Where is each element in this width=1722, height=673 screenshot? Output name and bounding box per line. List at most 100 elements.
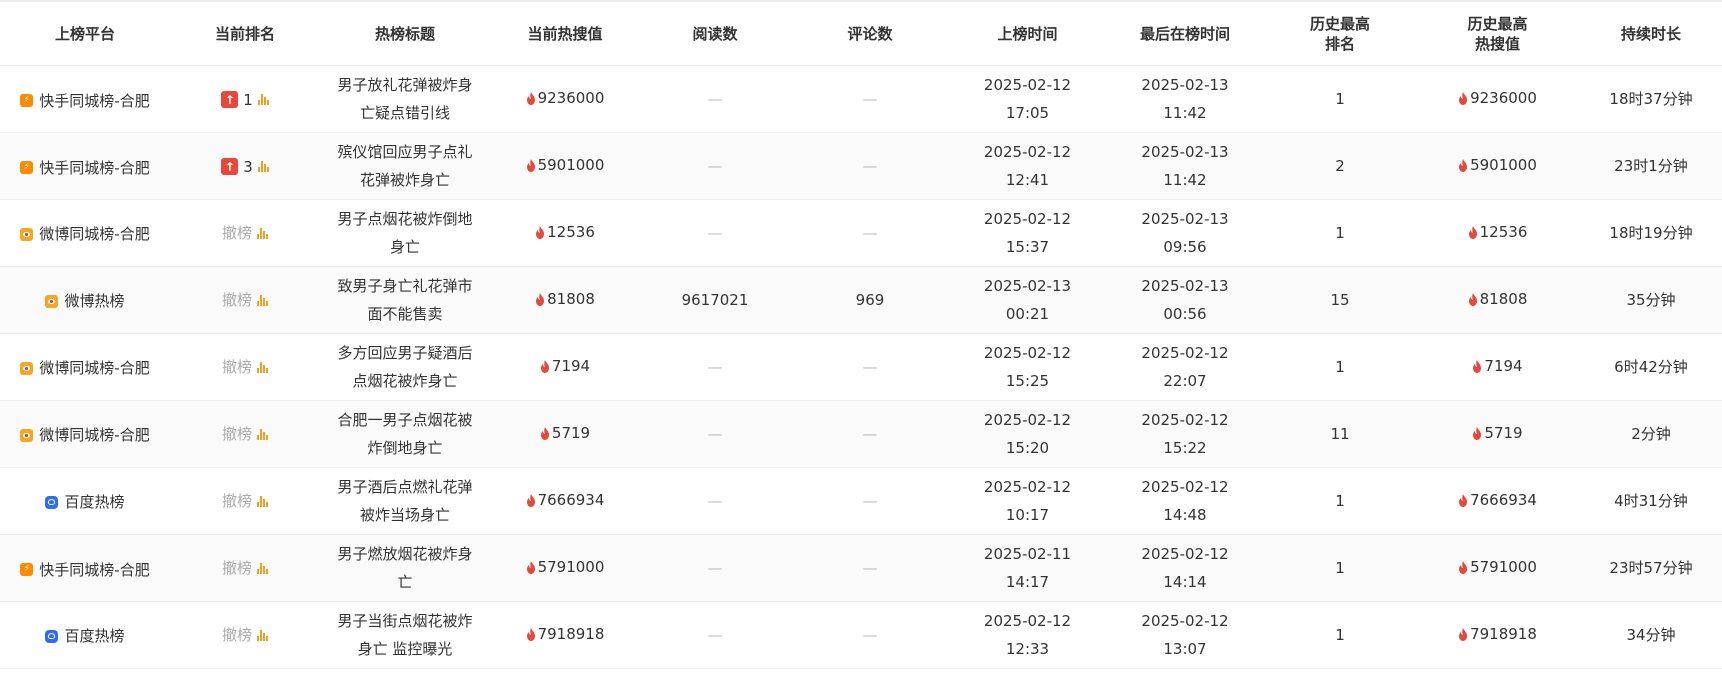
table-row[interactable]: 百度热榜 撤榜 男子当街点烟花被炸身亡 监控曝光 7918918 — — 202… <box>0 601 1722 669</box>
last-date: 2025-02-12 <box>1141 478 1229 496</box>
table-row[interactable]: ⚡ 快手同城榜-合肥 ↑ 1 男子放礼花弹被炸身亡疑点错引线 9236000 —… <box>0 65 1722 133</box>
last-time: 14:48 <box>1163 506 1207 524</box>
col-best-hot-header: 历史最高 热搜值 <box>1415 2 1580 66</box>
platform-cell[interactable]: ⚡ 快手同城榜-合肥 <box>20 87 150 115</box>
flame-icon <box>536 225 545 239</box>
platform-cell[interactable]: ⚡ 快手同城榜-合肥 <box>20 556 150 584</box>
last-date: 2025-02-12 <box>1141 545 1229 563</box>
last-date: 2025-02-13 <box>1141 277 1229 295</box>
best-rank-value: 1 <box>1335 559 1345 577</box>
reads-value: — <box>707 492 723 510</box>
trend-chart-icon[interactable] <box>257 562 268 574</box>
rank-up-icon: ↑ <box>221 158 239 175</box>
rank-value: 撤榜 <box>221 291 252 309</box>
rank-cell: 撤榜 <box>222 554 268 582</box>
rank-value: 撤榜 <box>221 626 252 644</box>
hot-title-link[interactable]: 男子点烟花被炸倒地身亡 <box>335 205 475 261</box>
rank-up-icon: ↑ <box>221 91 239 108</box>
comments-value: — <box>862 157 878 175</box>
hot-value: 9236000 <box>526 84 604 112</box>
table-row[interactable]: ⚡ 快手同城榜-合肥 ↑ 3 殡仪馆回应男子点礼花弹被炸身亡 5901000 —… <box>0 132 1722 200</box>
platform-name: 快手同城榜-合肥 <box>39 158 150 177</box>
table-row[interactable]: 微博热榜 撤榜 致男子身亡礼花弹市面不能售卖 81808 9617021 969… <box>0 266 1722 334</box>
trend-chart-icon[interactable] <box>257 294 268 306</box>
platform-name: 百度热榜 <box>64 627 125 645</box>
rank-cell: ↑ 3 <box>221 153 269 181</box>
best-hot-value: 12536 <box>1468 218 1527 246</box>
flame-icon <box>540 426 549 440</box>
platform-cell[interactable]: 微博热榜 <box>45 287 125 315</box>
hot-title-link[interactable]: 致男子身亡礼花弹市面不能售卖 <box>335 272 475 328</box>
platform-cell[interactable]: 百度热榜 <box>45 622 125 650</box>
trend-chart-icon[interactable] <box>257 629 268 641</box>
trend-chart-icon[interactable] <box>257 361 268 373</box>
weibo-icon <box>20 361 34 375</box>
duration-value: 23时57分钟 <box>1609 559 1693 577</box>
table-row[interactable]: 微博同城榜-合肥 撤榜 男子点烟花被炸倒地身亡 12536 — — 2025-0… <box>0 199 1722 267</box>
best-hot-value: 5719 <box>1472 419 1523 447</box>
table-row[interactable]: 微博同城榜-合肥 撤榜 合肥一男子点烟花被炸倒地身亡 5719 — — 2025… <box>0 400 1722 468</box>
best-rank-value: 2 <box>1335 157 1345 175</box>
platform-cell[interactable]: 微博同城榜-合肥 <box>20 354 150 382</box>
start-time: 15:20 <box>1005 439 1050 457</box>
hot-value: 5791000 <box>526 553 604 581</box>
best-rank-value: 1 <box>1335 492 1345 510</box>
hot-title-link[interactable]: 殡仪馆回应男子点礼花弹被炸身亡 <box>335 138 475 194</box>
flame-icon <box>540 359 549 373</box>
rank-cell: 撤榜 <box>222 487 268 515</box>
start-time: 00:21 <box>1005 305 1050 323</box>
table-header-row: 上榜平台 当前排名 热榜标题 当前热搜值 阅读数 评论数 上榜时间 最后在榜时间… <box>0 2 1722 66</box>
table-row[interactable]: 微博同城榜-合肥 撤榜 多方回应男子疑酒后点烟花被炸身亡 7194 — — 20… <box>0 333 1722 401</box>
hot-value: 7194 <box>540 352 590 380</box>
comments-value: — <box>862 492 878 510</box>
platform-cell[interactable]: 百度热榜 <box>45 488 125 516</box>
comments-value: — <box>862 224 878 242</box>
hot-title-link[interactable]: 男子放礼花弹被炸身亡疑点错引线 <box>335 71 475 127</box>
flame-icon <box>1468 225 1477 239</box>
trend-chart-icon[interactable] <box>257 227 268 239</box>
platform-cell[interactable]: ⚡ 快手同城榜-合肥 <box>20 154 150 182</box>
col-rank-header: 当前排名 <box>170 2 320 66</box>
baidu-icon <box>45 629 59 643</box>
reads-value: — <box>707 224 723 242</box>
col-duration-header: 持续时长 <box>1580 2 1722 66</box>
duration-value: 35分钟 <box>1626 291 1676 309</box>
last-date: 2025-02-12 <box>1141 612 1229 630</box>
trend-chart-icon[interactable] <box>257 94 269 105</box>
last-time: 14:14 <box>1163 573 1207 591</box>
trend-chart-icon[interactable] <box>257 428 268 440</box>
trend-chart-icon[interactable] <box>257 495 268 507</box>
hot-value: 7918918 <box>526 620 604 648</box>
hot-title-link[interactable]: 多方回应男子疑酒后点烟花被炸身亡 <box>335 339 475 395</box>
hot-title-link[interactable]: 合肥一男子点烟花被炸倒地身亡 <box>335 406 475 462</box>
rank-value: 撤榜 <box>221 425 252 443</box>
platform-cell[interactable]: 微博同城榜-合肥 <box>20 220 150 248</box>
hot-title-link[interactable]: 男子燃放烟花被炸身亡 <box>335 540 475 596</box>
best-hot-value: 81808 <box>1468 285 1527 313</box>
weibo-icon <box>45 294 59 308</box>
best-hot-value: 7918918 <box>1458 620 1537 648</box>
platform-name: 微博同城榜-合肥 <box>39 359 150 378</box>
rank-cell: 撤榜 <box>222 420 268 448</box>
reads-value: — <box>707 157 723 175</box>
duration-value: 18时19分钟 <box>1609 224 1693 242</box>
col-last-header: 最后在榜时间 <box>1105 2 1265 66</box>
flame-icon <box>1459 158 1468 172</box>
last-time: 22:07 <box>1163 372 1207 390</box>
table-row[interactable]: ⚡ 快手同城榜-合肥 撤榜 男子燃放烟花被炸身亡 5791000 — — 202… <box>0 534 1722 602</box>
hot-title-link[interactable]: 男子酒后点燃礼花弹被炸当场身亡 <box>335 473 475 529</box>
best-hot-value: 5901000 <box>1458 151 1537 179</box>
trend-chart-icon[interactable] <box>257 161 269 172</box>
kuaishou-icon: ⚡ <box>20 94 34 108</box>
duration-value: 34分钟 <box>1626 626 1676 644</box>
start-time: 10:17 <box>1005 506 1050 524</box>
table-row[interactable]: 百度热榜 撤榜 男子酒后点燃礼花弹被炸当场身亡 7666934 — — 2025… <box>0 467 1722 535</box>
reads-value: — <box>707 559 723 577</box>
start-date: 2025-02-12 <box>983 76 1072 94</box>
platform-cell[interactable]: 微博同城榜-合肥 <box>20 421 150 449</box>
flame-icon <box>1473 359 1482 373</box>
hot-title-link[interactable]: 男子当街点烟花被炸身亡 监控曝光 <box>335 607 475 663</box>
platform-name: 微博同城榜-合肥 <box>39 426 150 445</box>
start-date: 2025-02-12 <box>983 344 1072 362</box>
start-date: 2025-02-12 <box>983 143 1072 161</box>
